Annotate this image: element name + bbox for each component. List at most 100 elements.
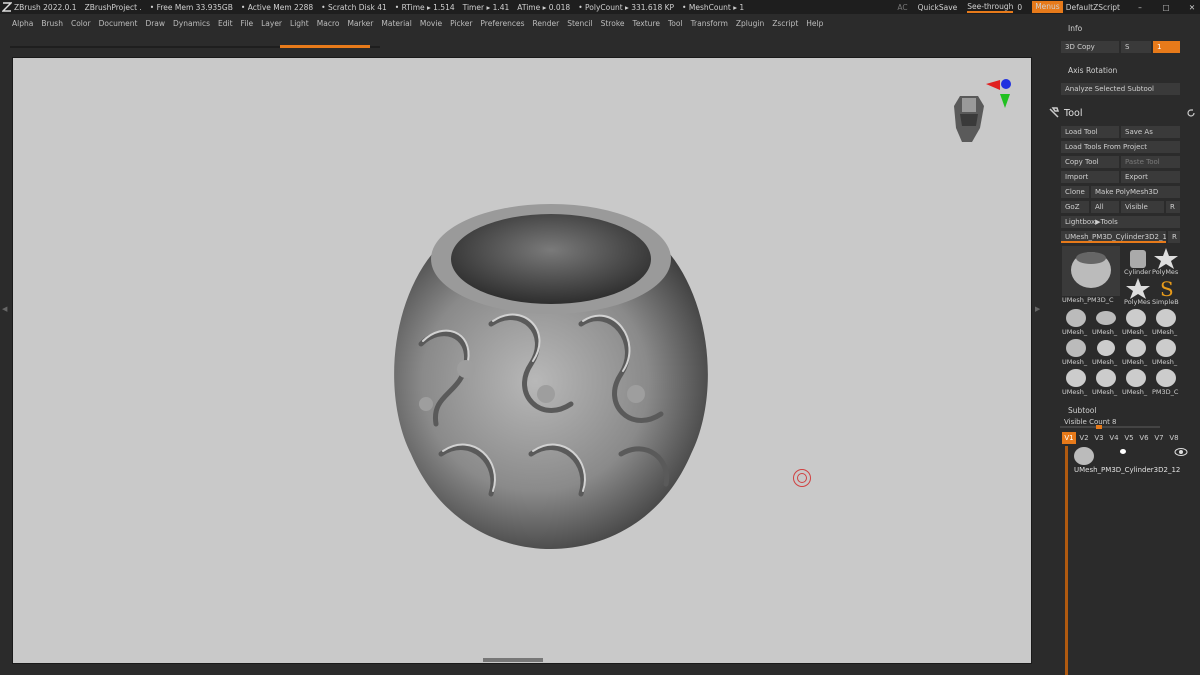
zbrush-logo-icon <box>0 0 14 14</box>
menu-macro[interactable]: Macro <box>317 19 340 28</box>
menu-material[interactable]: Material <box>381 19 411 28</box>
subtool-thumb[interactable]: UMesh_ <box>1122 336 1150 366</box>
subtool-thumb[interactable]: UMesh_ <box>1062 336 1090 366</box>
subtool-thumb[interactable]: UMesh_ <box>1092 306 1120 336</box>
tab-v5[interactable]: V5 <box>1122 432 1136 444</box>
info-section-label[interactable]: Info <box>1068 24 1082 33</box>
menu-brush[interactable]: Brush <box>41 19 63 28</box>
goz-button[interactable]: GoZ <box>1061 201 1089 213</box>
menu-stencil[interactable]: Stencil <box>567 19 592 28</box>
analyze-selected-subtool-button[interactable]: Analyze Selected Subtool <box>1061 83 1180 95</box>
tab-v8[interactable]: V8 <box>1167 432 1181 444</box>
subtool-thumb[interactable]: UMesh_ <box>1092 336 1120 366</box>
subtool-dot-icon[interactable] <box>1120 449 1126 454</box>
seethrough-slider[interactable]: See-through <box>967 2 1014 13</box>
load-tools-from-project-button[interactable]: Load Tools From Project <box>1061 141 1180 153</box>
subtool-thumb[interactable]: UMesh_ <box>1062 366 1090 396</box>
tool-thumb-polymesh-star[interactable]: PolyMes <box>1152 246 1180 276</box>
menus-button[interactable]: Menus <box>1032 1 1063 13</box>
menu-color[interactable]: Color <box>71 19 91 28</box>
bottom-tray-grip[interactable] <box>483 658 543 662</box>
load-tool-button[interactable]: Load Tool <box>1061 126 1119 138</box>
subtool-thumb[interactable]: PM3D_C <box>1152 366 1180 396</box>
copy-3d-s-button[interactable]: S <box>1121 41 1151 53</box>
maximize-icon[interactable]: □ <box>1158 3 1174 12</box>
menu-picker[interactable]: Picker <box>450 19 472 28</box>
document-canvas[interactable] <box>12 57 1032 664</box>
menu-light[interactable]: Light <box>290 19 309 28</box>
menu-tool[interactable]: Tool <box>668 19 683 28</box>
tool-palette-header[interactable]: Tool <box>1048 106 1195 120</box>
menu-zscript[interactable]: Zscript <box>772 19 798 28</box>
subtool-thumb[interactable]: UMesh_ <box>1122 306 1150 336</box>
menu-texture[interactable]: Texture <box>633 19 660 28</box>
default-zscript-button[interactable]: DefaultZScript <box>1066 3 1120 12</box>
save-as-button[interactable]: Save As <box>1121 126 1180 138</box>
close-icon[interactable]: ✕ <box>1184 3 1200 12</box>
tool-thumb-current[interactable]: UMesh_PM3D_C <box>1062 246 1120 304</box>
menu-stroke[interactable]: Stroke <box>601 19 625 28</box>
tool-thumb-polymesh-star-2[interactable]: PolyMes <box>1124 276 1152 306</box>
copy-tool-button[interactable]: Copy Tool <box>1061 156 1119 168</box>
menu-alpha[interactable]: Alpha <box>12 19 33 28</box>
vase-model[interactable] <box>381 204 721 554</box>
tab-v6[interactable]: V6 <box>1137 432 1151 444</box>
export-button[interactable]: Export <box>1121 171 1180 183</box>
axis-rotation-label[interactable]: Axis Rotation <box>1068 66 1117 75</box>
menu-help[interactable]: Help <box>806 19 823 28</box>
lightbox-tools-button[interactable]: Lightbox▶Tools <box>1061 216 1180 228</box>
visible-count-slider-knob[interactable] <box>1096 425 1102 429</box>
menu-transform[interactable]: Transform <box>691 19 728 28</box>
tab-v2[interactable]: V2 <box>1077 432 1091 444</box>
menu-preferences[interactable]: Preferences <box>480 19 524 28</box>
visible-count-label: Visible Count <box>1064 418 1110 426</box>
goz-all-button[interactable]: All <box>1091 201 1119 213</box>
scratch-disk: • Scratch Disk 41 <box>321 2 387 12</box>
goz-visible-button[interactable]: Visible <box>1121 201 1164 213</box>
current-tool-slider[interactable]: UMesh_PM3D_Cylinder3D2_1 <box>1061 231 1166 243</box>
subtool-thumb[interactable]: UMesh_ <box>1152 306 1180 336</box>
menu-dynamics[interactable]: Dynamics <box>173 19 210 28</box>
quicksave-button[interactable]: QuickSave <box>918 3 958 12</box>
menu-layer[interactable]: Layer <box>261 19 282 28</box>
current-tool-name: UMesh_PM3D_Cylinder3D2_1 <box>1065 233 1166 241</box>
subtool-thumb-label: UMesh_ <box>1152 328 1178 336</box>
subtool-list-scrollbar[interactable] <box>1065 446 1068 675</box>
menu-edit[interactable]: Edit <box>218 19 233 28</box>
copy-3d-value-field[interactable]: 1 <box>1153 41 1180 53</box>
visible-count-slider[interactable] <box>1060 425 1160 429</box>
menu-movie[interactable]: Movie <box>420 19 442 28</box>
goz-r-button[interactable]: R <box>1166 201 1180 213</box>
subtool-thumb[interactable]: UMesh_ <box>1092 366 1120 396</box>
x-axis-icon <box>986 80 1000 90</box>
menu-document[interactable]: Document <box>99 19 138 28</box>
menu-draw[interactable]: Draw <box>145 19 165 28</box>
menu-render[interactable]: Render <box>533 19 560 28</box>
minimize-icon[interactable]: – <box>1132 3 1148 12</box>
menu-zplugin[interactable]: Zplugin <box>736 19 764 28</box>
subtool-thumb[interactable]: UMesh_ <box>1122 366 1150 396</box>
copy-3d-button[interactable]: 3D Copy <box>1061 41 1119 53</box>
tab-v1[interactable]: V1 <box>1062 432 1076 444</box>
subtool-visibility-icon[interactable] <box>1174 447 1188 457</box>
menu-file[interactable]: File <box>241 19 254 28</box>
subtool-thumb[interactable]: UMesh_ <box>1062 306 1090 336</box>
current-tool-r-button[interactable]: R <box>1168 231 1180 243</box>
tab-v3[interactable]: V3 <box>1092 432 1106 444</box>
make-polymesh3d-button[interactable]: Make PolyMesh3D <box>1091 186 1180 198</box>
navigation-gizmo[interactable] <box>948 78 1018 148</box>
subtool-thumb[interactable]: UMesh_ <box>1152 336 1180 366</box>
refresh-icon[interactable] <box>1186 108 1196 118</box>
menu-marker[interactable]: Marker <box>347 19 373 28</box>
tab-v7[interactable]: V7 <box>1152 432 1166 444</box>
right-tray-grip[interactable]: ▶ <box>1035 305 1040 375</box>
clone-button[interactable]: Clone <box>1061 186 1089 198</box>
tab-v4[interactable]: V4 <box>1107 432 1121 444</box>
paste-tool-button[interactable]: Paste Tool <box>1121 156 1180 168</box>
tool-thumb-simplebrush[interactable]: S SimpleB <box>1152 276 1180 306</box>
tool-thumb-cylinder[interactable]: Cylinder <box>1124 246 1152 276</box>
subtool-list-item[interactable]: UMesh_PM3D_Cylinder3D2_12 <box>1072 447 1192 475</box>
import-button[interactable]: Import <box>1061 171 1119 183</box>
subtool-section-label[interactable]: Subtool <box>1068 406 1096 415</box>
left-tray-grip[interactable]: ◀ <box>2 305 7 375</box>
